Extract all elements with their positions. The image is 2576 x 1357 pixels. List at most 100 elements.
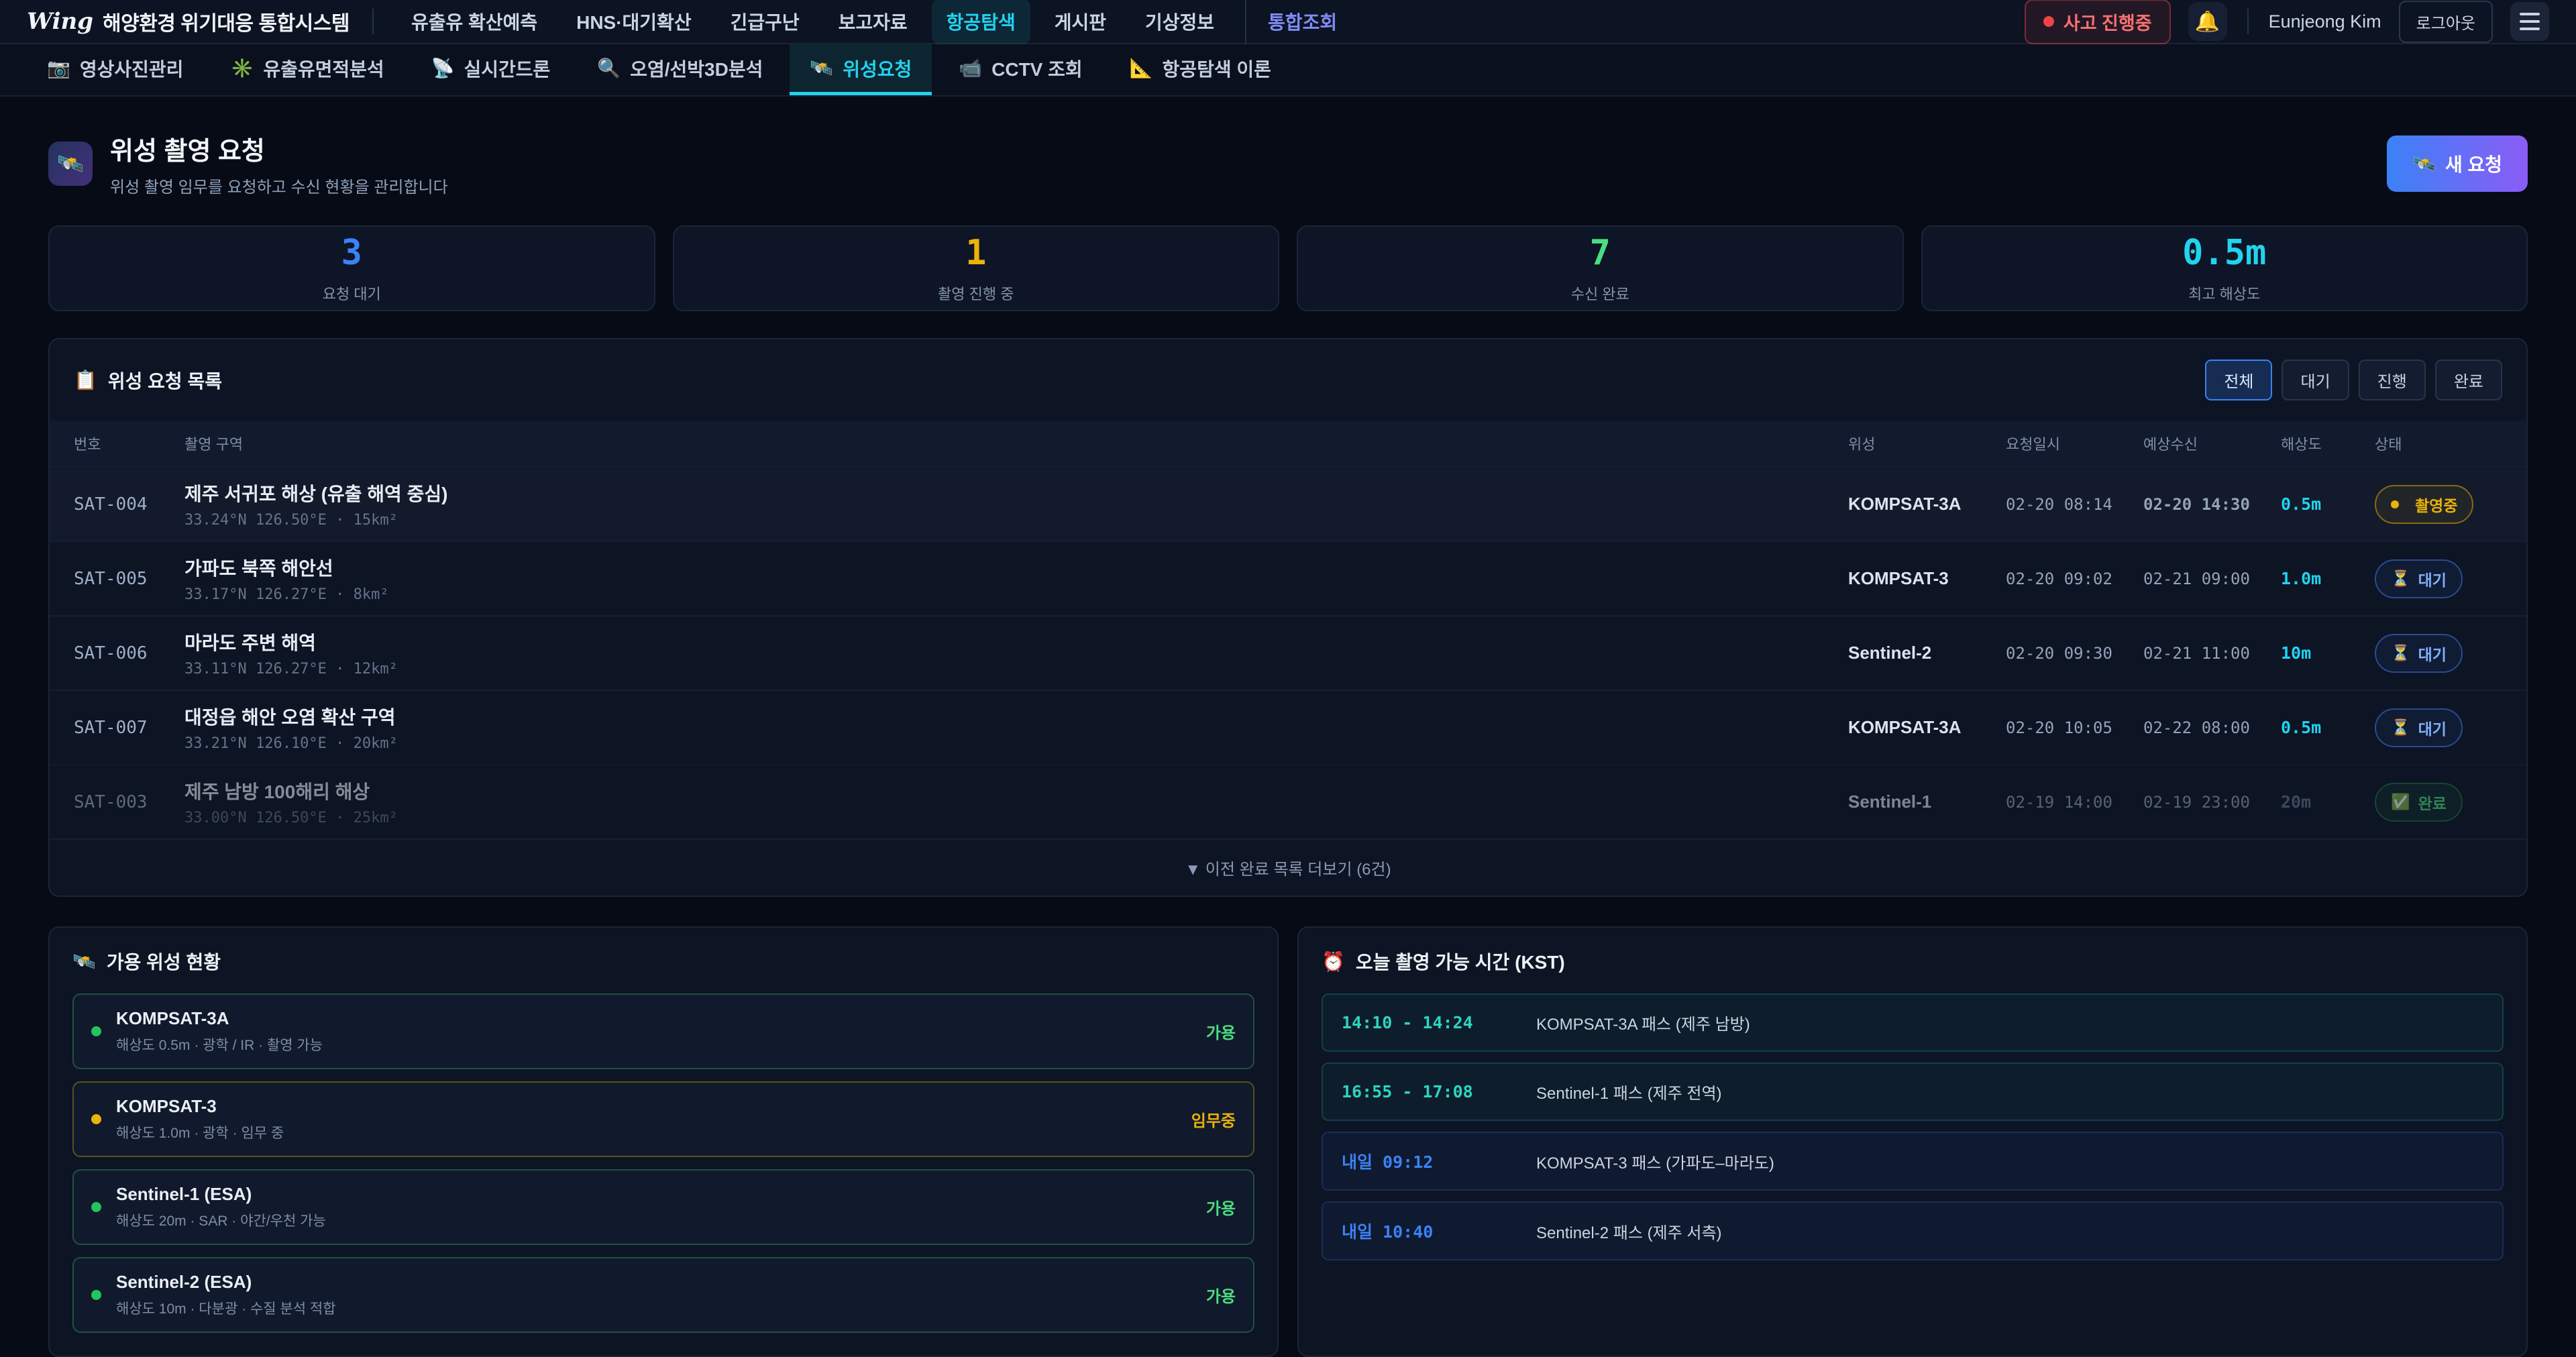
status-dot-icon bbox=[91, 1290, 101, 1300]
satellite-icon: 🛰️ bbox=[57, 151, 84, 176]
col-status: 상태 bbox=[2375, 433, 2502, 454]
table-row[interactable]: SAT-005 가파도 북쪽 해안선 33.17°N 126.27°E · 8k… bbox=[50, 541, 2526, 615]
requested-at: 02-20 09:30 bbox=[2006, 644, 2143, 663]
table-row[interactable]: SAT-003 제주 남방 100해리 해상 33.00°N 126.50°E … bbox=[50, 764, 2526, 838]
sub-tab[interactable]: 🔍 오염/선박3D분석 bbox=[577, 44, 783, 95]
sub-tab[interactable]: 📐 항공탐색 이론 bbox=[1110, 44, 1291, 95]
nav-item[interactable]: 긴급구난 bbox=[716, 0, 814, 44]
col-expected: 예상수신 bbox=[2143, 433, 2281, 454]
nav-item[interactable]: 유출유 확산예측 bbox=[396, 0, 552, 44]
filter-chip[interactable]: 전체 bbox=[2205, 360, 2272, 400]
status-badge: 촬영중 bbox=[2375, 485, 2473, 524]
satellite-availability: 가용 bbox=[1206, 1283, 1236, 1307]
col-id: 번호 bbox=[74, 433, 184, 454]
pass-item[interactable]: 내일 10:40 Sentinel-2 패스 (제주 서측) bbox=[1322, 1201, 2504, 1260]
requested-at: 02-20 08:14 bbox=[2006, 495, 2143, 514]
pass-item[interactable]: 16:55 - 17:08 Sentinel-1 패스 (제주 전역) bbox=[1322, 1063, 2504, 1121]
nav-divider bbox=[372, 9, 374, 34]
satellite-item[interactable]: Sentinel-2 (ESA) 해상도 10m · 다분광 · 수질 분석 적… bbox=[72, 1257, 1254, 1333]
filter-chip[interactable]: 완료 bbox=[2435, 360, 2502, 400]
nav-item[interactable]: HNS·대기확산 bbox=[561, 0, 706, 44]
alarm-clock-icon: ⏰ bbox=[1322, 951, 1345, 973]
magnifier-icon: 🔍 bbox=[597, 57, 621, 79]
status-dot-icon bbox=[91, 1026, 101, 1036]
sub-tab-bar: 📷 영상사진관리 ✳️ 유출유면적분석 📡 실시간드론 🔍 오염/선박3D분석 … bbox=[0, 44, 2576, 97]
satellite-name: Sentinel-2 bbox=[1848, 643, 2006, 663]
satellite-item[interactable]: Sentinel-1 (ESA) 해상도 20m · SAR · 야간/우천 가… bbox=[72, 1169, 1254, 1245]
satellite-item[interactable]: KOMPSAT-3 해상도 1.0m · 광학 · 임무 중 임무중 bbox=[72, 1081, 1254, 1157]
satellite-icon: 🛰️ bbox=[2412, 153, 2436, 175]
table-row[interactable]: SAT-004 제주 서귀포 해상 (유출 해역 중심) 33.24°N 126… bbox=[50, 466, 2526, 541]
satellite-item[interactable]: KOMPSAT-3A 해상도 0.5m · 광학 / IR · 촬영 가능 가용 bbox=[72, 993, 1254, 1069]
antenna-icon: 📡 bbox=[431, 57, 455, 79]
status-dot-icon bbox=[91, 1114, 101, 1124]
resolution: 10m bbox=[2281, 643, 2375, 663]
top-nav: Wing 해양환경 위기대응 통합시스템 유출유 확산예측 HNS·대기확산 긴… bbox=[0, 0, 2576, 44]
table-body: SAT-004 제주 서귀포 해상 (유출 해역 중심) 33.24°N 126… bbox=[50, 466, 2526, 838]
pass-label: Sentinel-2 패스 (제주 서측) bbox=[1536, 1219, 1722, 1243]
nav-item[interactable]: 통합조회 bbox=[1245, 0, 1352, 44]
satellite-name: KOMPSAT-3A bbox=[116, 1008, 323, 1029]
area-name: 대정읍 해안 오염 확산 구역 bbox=[184, 703, 1848, 730]
stat-label: 요청 대기 bbox=[323, 282, 381, 304]
page-subtitle: 위성 촬영 임무를 요청하고 수신 현황을 관리합니다 bbox=[110, 174, 448, 197]
sub-tab[interactable]: 📹 CCTV 조회 bbox=[938, 44, 1102, 95]
stat-value: 3 bbox=[341, 233, 362, 273]
pass-item[interactable]: 내일 09:12 KOMPSAT-3 패스 (가파도–마라도) bbox=[1322, 1132, 2504, 1191]
area-coords: 33.00°N 126.50°E · 25km² bbox=[184, 810, 1848, 826]
status-badge: ⏳ 대기 bbox=[2375, 559, 2463, 598]
stat-card: 0.5m 최고 해상도 bbox=[1921, 225, 2528, 311]
request-id: SAT-005 bbox=[74, 569, 184, 589]
status-badge: ⏳ 대기 bbox=[2375, 634, 2463, 673]
pass-time: 내일 10:40 bbox=[1342, 1219, 1536, 1243]
camera-icon: 📷 bbox=[47, 57, 70, 79]
new-request-button[interactable]: 🛰️ 새 요청 bbox=[2387, 135, 2528, 192]
incident-status-badge[interactable]: 사고 진행중 bbox=[2025, 0, 2171, 44]
user-name: Eunjeong Kim bbox=[2269, 11, 2381, 32]
status-label: 대기 bbox=[2418, 567, 2447, 590]
sub-tab[interactable]: 🛰️ 위성요청 bbox=[790, 44, 932, 95]
status-label: 대기 bbox=[2418, 642, 2447, 665]
sub-tab-label: 위성요청 bbox=[843, 55, 912, 82]
stat-value: 1 bbox=[965, 233, 986, 273]
nav-item[interactable]: 항공탐색 bbox=[932, 0, 1030, 44]
pass-item[interactable]: 14:10 - 14:24 KOMPSAT-3A 패스 (제주 남방) bbox=[1322, 993, 2504, 1052]
menu-button[interactable] bbox=[2510, 2, 2549, 41]
brand-logo: Wing bbox=[27, 8, 93, 35]
sub-tab-label: 실시간드론 bbox=[464, 55, 551, 82]
nav-item[interactable]: 게시판 bbox=[1040, 0, 1121, 44]
filter-chip[interactable]: 대기 bbox=[2282, 360, 2349, 400]
area-coords: 33.17°N 126.27°E · 8km² bbox=[184, 586, 1848, 603]
cctv-icon: 📹 bbox=[959, 57, 982, 79]
stat-label: 촬영 진행 중 bbox=[938, 282, 1014, 304]
show-more-link[interactable]: ▼ 이전 완료 목록 더보기 (6건) bbox=[50, 838, 2526, 895]
table-header: 번호 촬영 구역 위성 요청일시 예상수신 해상도 상태 bbox=[50, 421, 2526, 466]
expected-at: 02-21 09:00 bbox=[2143, 569, 2281, 588]
requested-at: 02-20 10:05 bbox=[2006, 718, 2143, 737]
nav-item[interactable]: 보고자료 bbox=[824, 0, 922, 44]
table-row[interactable]: SAT-007 대정읍 해안 오염 확산 구역 33.21°N 126.10°E… bbox=[50, 690, 2526, 764]
incident-label: 사고 진행중 bbox=[2063, 9, 2152, 35]
sub-tab[interactable]: 📡 실시간드론 bbox=[411, 44, 571, 95]
status-label: 완료 bbox=[2418, 791, 2447, 814]
sub-tab-label: 유출유면적분석 bbox=[263, 55, 384, 82]
logout-button[interactable]: 로그아웃 bbox=[2399, 1, 2493, 43]
satellite-desc: 해상도 10m · 다분광 · 수질 분석 적합 bbox=[116, 1298, 336, 1318]
brand[interactable]: Wing 해양환경 위기대응 통합시스템 bbox=[27, 7, 350, 36]
page-icon-box: 🛰️ bbox=[48, 142, 93, 186]
satellite-list: KOMPSAT-3A 해상도 0.5m · 광학 / IR · 촬영 가능 가용… bbox=[72, 993, 1254, 1333]
incident-dot-icon bbox=[2043, 16, 2054, 27]
filter-chip[interactable]: 진행 bbox=[2359, 360, 2426, 400]
satellite-icon: 🛰️ bbox=[810, 57, 833, 79]
satellite-name: Sentinel-1 bbox=[1848, 792, 2006, 812]
sub-tab[interactable]: ✳️ 유출유면적분석 bbox=[210, 44, 404, 95]
nav-item[interactable]: 기상정보 bbox=[1130, 0, 1229, 44]
satellite-name: KOMPSAT-3 bbox=[1848, 568, 2006, 589]
table-row[interactable]: SAT-006 마라도 주변 해역 33.11°N 126.27°E · 12k… bbox=[50, 615, 2526, 690]
stat-value: 0.5m bbox=[2182, 233, 2266, 273]
notifications-button[interactable]: 🔔 bbox=[2188, 2, 2227, 41]
stat-label: 최고 해상도 bbox=[2188, 282, 2260, 304]
area-coords: 33.11°N 126.27°E · 12km² bbox=[184, 661, 1848, 677]
main-nav: 유출유 확산예측 HNS·대기확산 긴급구난 보고자료 항공탐색 게시판 기상정… bbox=[396, 0, 1352, 44]
sub-tab[interactable]: 📷 영상사진관리 bbox=[27, 44, 203, 95]
